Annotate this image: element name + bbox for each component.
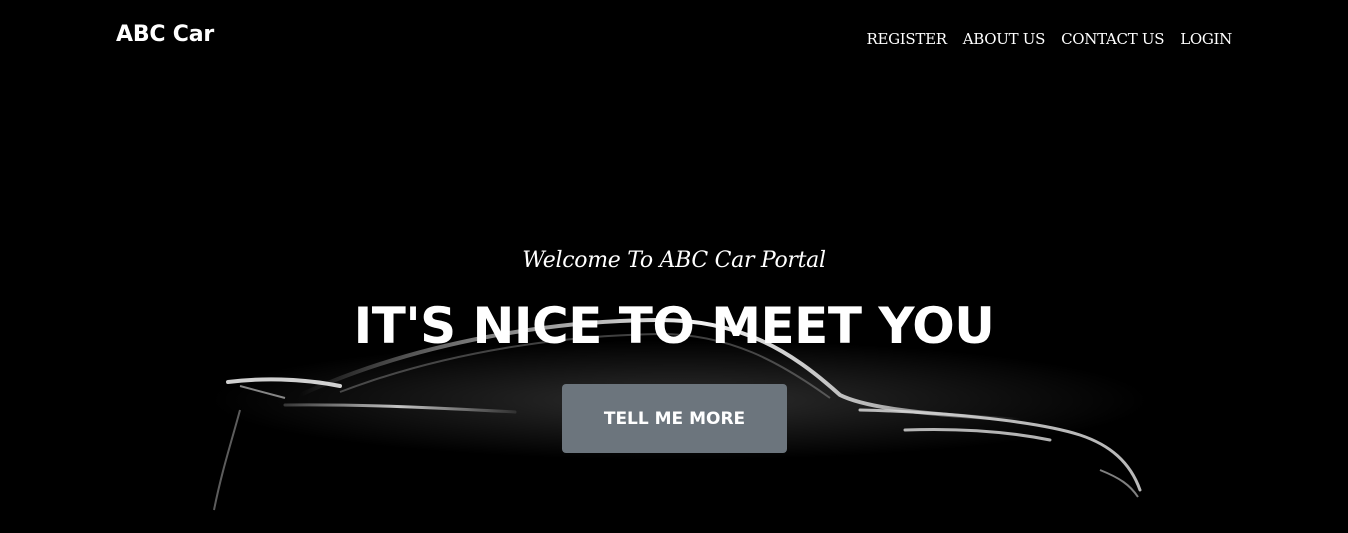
hero-section: Welcome To ABC Car Portal IT'S NICE TO M…	[0, 0, 1348, 533]
hero-subheading: Welcome To ABC Car Portal	[522, 248, 826, 273]
tell-me-more-button[interactable]: TELL ME MORE	[562, 384, 787, 453]
hero-heading: IT'S NICE TO MEET YOU	[353, 297, 995, 355]
landing-page: ABC Car REGISTER ABOUT US CONTACT US LOG…	[0, 0, 1348, 533]
